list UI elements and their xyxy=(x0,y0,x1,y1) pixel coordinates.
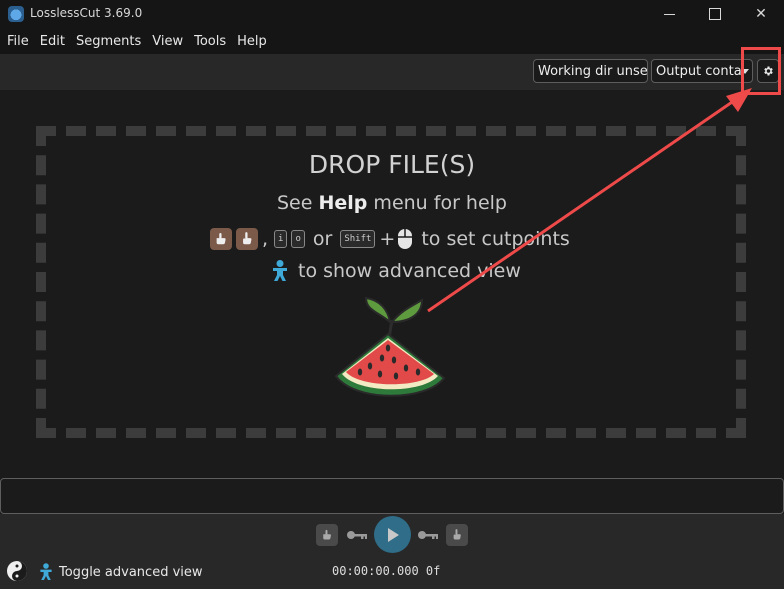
minimize-icon xyxy=(663,13,675,15)
maximize-button[interactable] xyxy=(692,0,738,28)
jump-start-button[interactable] xyxy=(345,524,369,546)
main-area: DROP FILE(S) See Help menu for help , i … xyxy=(0,90,784,476)
help-prefix: See xyxy=(277,192,319,214)
window-title: LosslessCut 3.69.0 xyxy=(30,6,143,20)
menu-file[interactable]: File xyxy=(2,34,34,49)
plus-sign: + xyxy=(379,228,396,250)
segment-timeline[interactable] xyxy=(0,478,784,514)
toggle-advanced-button[interactable]: Toggle advanced view xyxy=(38,562,203,582)
settings-button[interactable] xyxy=(757,59,779,83)
key-icon xyxy=(418,531,438,539)
set-start-button[interactable] xyxy=(316,524,338,546)
app-logo-icon xyxy=(8,6,24,22)
advanced-text: to show advanced view xyxy=(298,260,521,282)
menu-view[interactable]: View xyxy=(147,34,188,49)
drop-title: DROP FILE(S) xyxy=(308,150,476,179)
maximize-icon xyxy=(709,8,721,20)
timecode-display[interactable]: 00:00:00.000 0f xyxy=(332,564,440,578)
toggle-advanced-label: Toggle advanced view xyxy=(59,564,203,580)
menu-edit[interactable]: Edit xyxy=(35,34,70,49)
help-suffix: menu for help xyxy=(367,192,507,214)
top-toolbar: Working dir unset Output conta xyxy=(0,54,784,90)
minimize-button[interactable] xyxy=(646,0,692,28)
watermelon-logo xyxy=(334,296,446,397)
or-word: or xyxy=(312,228,333,250)
menu-bar: File Edit Segments View Tools Help xyxy=(0,28,784,54)
yin-yang-icon[interactable] xyxy=(6,560,28,582)
key-i: i xyxy=(274,230,288,248)
gear-icon xyxy=(764,66,773,76)
baby-icon xyxy=(40,563,52,580)
jump-end-button[interactable] xyxy=(416,524,440,546)
key-shift: Shift xyxy=(340,230,376,248)
close-icon: ✕ xyxy=(755,6,767,22)
title-bar: LosslessCut 3.69.0 ✕ xyxy=(0,0,784,28)
help-bold: Help xyxy=(318,192,368,214)
set-cut-start-icon xyxy=(210,228,232,250)
cutpoints-hint: , i o or Shift + to set cutpoints xyxy=(210,227,570,251)
baby-icon xyxy=(273,260,287,281)
set-cut-end-icon xyxy=(236,228,258,250)
key-icon xyxy=(347,531,367,539)
mouse-icon xyxy=(398,229,413,249)
comma: , xyxy=(262,228,269,250)
hand-point-icon xyxy=(323,529,331,540)
menu-help[interactable]: Help xyxy=(232,34,272,49)
play-button[interactable] xyxy=(374,516,411,553)
output-container-select[interactable]: Output conta xyxy=(651,59,753,83)
hand-point-icon xyxy=(453,529,461,540)
key-o: o xyxy=(291,230,305,248)
chevron-down-icon xyxy=(741,69,749,74)
advanced-view-hint: to show advanced view xyxy=(270,258,521,284)
menu-tools[interactable]: Tools xyxy=(189,34,231,49)
play-icon xyxy=(387,527,399,542)
player-controls: Toggle advanced view 00:00:00.000 0f xyxy=(0,514,784,589)
cutpoints-text: to set cutpoints xyxy=(421,228,570,250)
set-end-button[interactable] xyxy=(446,524,468,546)
output-container-label: Output conta xyxy=(656,64,742,79)
working-dir-button[interactable]: Working dir unset xyxy=(533,59,648,83)
close-button[interactable]: ✕ xyxy=(738,0,784,28)
menu-segments[interactable]: Segments xyxy=(71,34,146,49)
help-hint: See Help menu for help xyxy=(0,192,784,214)
